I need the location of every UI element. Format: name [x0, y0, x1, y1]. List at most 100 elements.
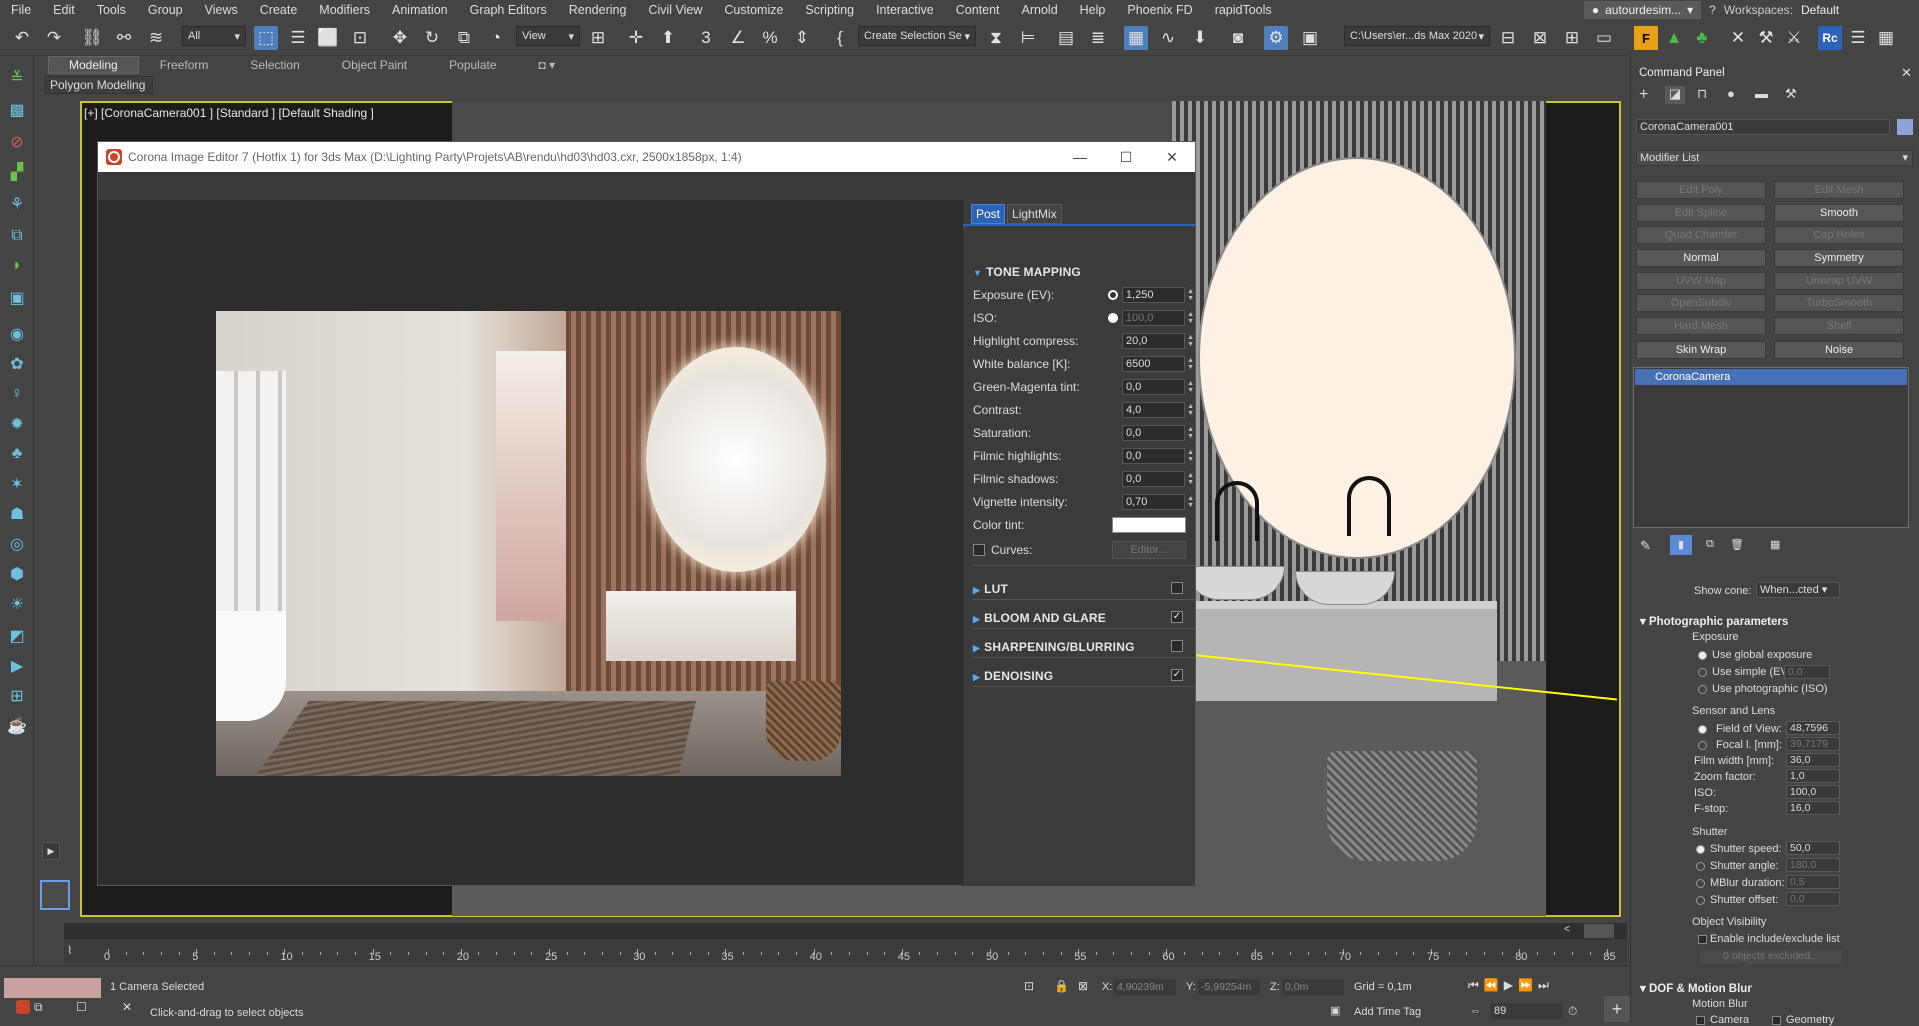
ribbon-toggle-icon[interactable]: ▦: [1124, 26, 1148, 50]
modifier-edit-mesh[interactable]: Edit Mesh: [1774, 181, 1904, 199]
select-object-icon[interactable]: ⬚: [254, 26, 278, 50]
ref-coord-dropdown[interactable]: View ▾: [516, 26, 580, 46]
absolute-mode-icon[interactable]: ⊠: [1078, 979, 1088, 993]
lut-header[interactable]: ▶ LUT: [973, 582, 1008, 596]
sharpening-header[interactable]: ▶ SHARPENING/BLURRING: [973, 640, 1135, 654]
taskbar-close-icon[interactable]: ✕: [122, 1000, 132, 1014]
modifier-unwrap-uvw[interactable]: Unwrap UVW: [1774, 272, 1904, 290]
tab-selection[interactable]: Selection: [229, 56, 320, 74]
tool-19-icon[interactable]: ▶: [5, 654, 29, 678]
sharpening-checkbox[interactable]: [1171, 640, 1183, 652]
redo-icon[interactable]: ↷: [42, 26, 66, 50]
focal-input[interactable]: 39,7179: [1786, 737, 1840, 751]
zoom-factor-input[interactable]: 1,0: [1786, 769, 1840, 783]
tool-15-icon[interactable]: ◎: [5, 532, 29, 556]
modify-tab-icon[interactable]: ◪: [1665, 86, 1685, 104]
modifier-opensubdiv[interactable]: OpenSubdiv: [1636, 294, 1766, 312]
spinner-icon[interactable]: ▲ ▼: [1187, 495, 1195, 509]
use-photo-radio[interactable]: [1698, 685, 1707, 694]
menu-arnold[interactable]: Arnold: [1011, 3, 1069, 17]
tab-object-paint[interactable]: Object Paint: [321, 56, 428, 74]
menu-content[interactable]: Content: [945, 3, 1011, 17]
cam-iso-input[interactable]: 100,0: [1786, 785, 1840, 799]
remove-modifier-icon[interactable]: 🗑: [1730, 538, 1744, 551]
tool-13-icon[interactable]: ✶: [5, 472, 29, 496]
maxscript-listener[interactable]: [4, 978, 101, 998]
utilities-tab-icon[interactable]: ⚒: [1785, 86, 1797, 102]
scale-icon[interactable]: ⧉: [452, 26, 476, 50]
modifier-turbosmooth[interactable]: TurboSmooth: [1774, 294, 1904, 312]
menu-tools[interactable]: Tools: [86, 3, 137, 17]
light-icon[interactable]: ♀: [5, 382, 29, 406]
object-name-field[interactable]: CoronaCamera001: [1636, 119, 1890, 135]
spinner-icon[interactable]: ▲ ▼: [1187, 449, 1195, 463]
curve-editor-mini-icon[interactable]: ⌇: [64, 941, 100, 963]
expand-chevron-icon[interactable]: ≚: [5, 66, 29, 90]
workspace-dropdown[interactable]: Default: [1801, 3, 1911, 17]
iso-input[interactable]: 100,0: [1121, 310, 1186, 326]
fov-input[interactable]: 48,7596: [1786, 721, 1840, 735]
hierarchy-tab-icon[interactable]: ⊓: [1697, 86, 1707, 102]
camera-mb-checkbox[interactable]: [1696, 1016, 1705, 1025]
show-end-result-icon[interactable]: ▮: [1670, 535, 1692, 555]
tone-mapping-header[interactable]: ▼ TONE MAPPING: [973, 265, 1081, 279]
mblur-radio[interactable]: [1696, 879, 1705, 888]
rapidtools-icon[interactable]: Rc: [1818, 26, 1842, 50]
shutter-offset-input[interactable]: 0,0: [1786, 892, 1840, 906]
white-balance-input[interactable]: 6500: [1122, 356, 1186, 372]
edit-named-selection-icon[interactable]: {: [828, 26, 852, 50]
menu-rapidtools[interactable]: rapidTools: [1204, 3, 1283, 17]
bloom-glare-header[interactable]: ▶ BLOOM AND GLARE: [973, 611, 1106, 625]
corona-taskbar-icon[interactable]: [16, 1000, 30, 1014]
green-magenta-input[interactable]: 0,0: [1122, 379, 1186, 395]
teapot-icon[interactable]: ☕: [5, 714, 29, 738]
menu-scripting[interactable]: Scripting: [794, 3, 865, 17]
viewport-label[interactable]: [+] [CoronaCamera001 ] [Standard ] [Defa…: [84, 106, 374, 120]
taskbar-maximize-icon[interactable]: ☐: [76, 1000, 87, 1014]
menu-edit[interactable]: Edit: [42, 3, 86, 17]
window-crossing-icon[interactable]: ⊡: [348, 26, 372, 50]
spinner-icon[interactable]: ▲ ▼: [1187, 357, 1195, 371]
stack-item-coronacamera[interactable]: CoronaCamera: [1635, 369, 1907, 385]
configure-sets-icon[interactable]: ▦: [1770, 538, 1780, 551]
display-tab-icon[interactable]: ▬: [1755, 86, 1768, 101]
close-icon[interactable]: ✕: [1901, 65, 1912, 81]
lut-checkbox[interactable]: [1171, 582, 1183, 594]
spinner-icon[interactable]: ▲ ▼: [1187, 426, 1195, 440]
curves-editor-button[interactable]: Editor...: [1112, 541, 1186, 559]
focal-radio[interactable]: [1698, 741, 1707, 750]
key-mode-icon[interactable]: ⇔: [1470, 1005, 1481, 1017]
railclone-icon[interactable]: ♣: [1690, 26, 1714, 50]
menu-customize[interactable]: Customize: [713, 3, 794, 17]
modifier-list-dropdown[interactable]: Modifier List ▾: [1636, 150, 1913, 166]
go-start-icon[interactable]: ⏮: [1468, 978, 1484, 992]
selection-filter-dropdown[interactable]: All ▾: [182, 26, 246, 46]
scene-explorer-icon[interactable]: ▤: [1054, 26, 1078, 50]
highlight-compress-input[interactable]: 20,0: [1122, 333, 1186, 349]
phoenix-fd-icon[interactable]: F: [1634, 26, 1658, 50]
menu-views[interactable]: Views: [194, 3, 249, 17]
spinner-icon[interactable]: ▲ ▼: [1187, 472, 1195, 486]
minimize-icon[interactable]: —: [1057, 149, 1103, 165]
tool-20-icon[interactable]: ⊞: [5, 684, 29, 708]
menu-interactive[interactable]: Interactive: [865, 3, 945, 17]
move-icon[interactable]: ✥: [388, 26, 412, 50]
x-coordinate-field[interactable]: 4,90239m: [1114, 979, 1176, 995]
tool-18-icon[interactable]: ◩: [5, 624, 29, 648]
dof-header[interactable]: ▾ DOF & Motion Blur: [1640, 981, 1752, 995]
filmic-highlights-input[interactable]: 0,0: [1122, 448, 1186, 464]
menu-help[interactable]: Help: [1069, 3, 1117, 17]
tool-2-icon[interactable]: ⊘: [5, 130, 29, 154]
current-frame-field[interactable]: 89: [1490, 1003, 1562, 1019]
grid-icon[interactable]: ⊞: [1560, 26, 1584, 50]
next-key-icon[interactable]: ⏩: [1518, 978, 1538, 992]
modifier-uvw-map[interactable]: UVW Map: [1636, 272, 1766, 290]
select-by-name-icon[interactable]: ☰: [286, 26, 310, 50]
modifier-edit-poly[interactable]: Edit Poly: [1636, 181, 1766, 199]
show-cone-dropdown[interactable]: When...cted ▾: [1756, 582, 1840, 598]
settings-tool-icon[interactable]: ⚔: [1782, 26, 1806, 50]
project-path-dropdown[interactable]: C:\Users\er...ds Max 2020 ▾: [1344, 26, 1490, 46]
tab-post[interactable]: Post: [971, 204, 1006, 224]
z-coordinate-field[interactable]: 0,0m: [1282, 979, 1344, 995]
wrench-icon[interactable]: ⚒: [1754, 26, 1778, 50]
